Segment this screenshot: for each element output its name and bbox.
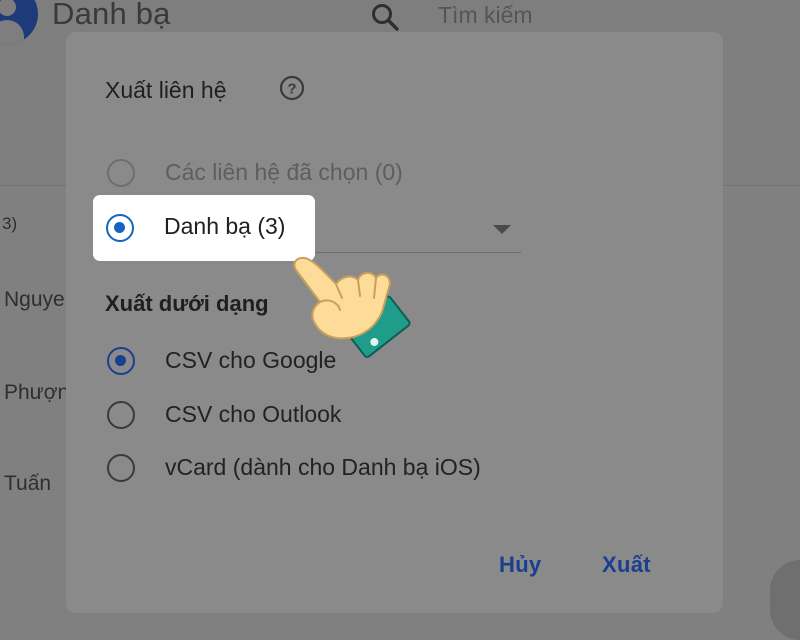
contact-name[interactable]: Tuấn	[4, 472, 51, 496]
radio-all-contacts[interactable]	[106, 214, 134, 242]
cancel-button[interactable]: Hủy	[499, 552, 541, 578]
pointing-hand-icon	[293, 256, 411, 358]
help-circle-icon[interactable]: ?	[279, 75, 305, 101]
option-label-vcard: vCard (dành cho Danh bạ iOS)	[165, 454, 481, 480]
dropdown-arrow-icon[interactable]	[493, 225, 511, 234]
svg-text:?: ?	[287, 81, 296, 98]
option-label-selected-contacts: Các liên hệ đã chọn (0)	[165, 159, 403, 185]
search-input[interactable]: Tìm kiếm	[438, 2, 533, 29]
contacts-avatar-icon	[0, 0, 38, 44]
export-format-heading: Xuất dưới dạng	[105, 291, 269, 316]
export-button[interactable]: Xuất	[602, 552, 651, 578]
contact-count: 3)	[2, 214, 18, 233]
search-icon[interactable]	[370, 2, 400, 32]
floating-action-button[interactable]	[770, 560, 800, 640]
contact-name[interactable]: Phượn	[4, 381, 69, 405]
radio-vcard[interactable]	[107, 454, 135, 482]
radio-csv-outlook[interactable]	[107, 401, 135, 429]
radio-selected-contacts[interactable]	[107, 159, 135, 187]
dialog-title: Xuất liên hệ	[105, 77, 227, 103]
app-title: Danh bạ	[52, 0, 171, 31]
radio-csv-google[interactable]	[107, 347, 135, 375]
option-label-all-contacts: Danh bạ (3)	[164, 213, 286, 239]
contact-name[interactable]: Nguye	[4, 288, 65, 312]
option-label-csv-outlook: CSV cho Outlook	[165, 401, 342, 427]
